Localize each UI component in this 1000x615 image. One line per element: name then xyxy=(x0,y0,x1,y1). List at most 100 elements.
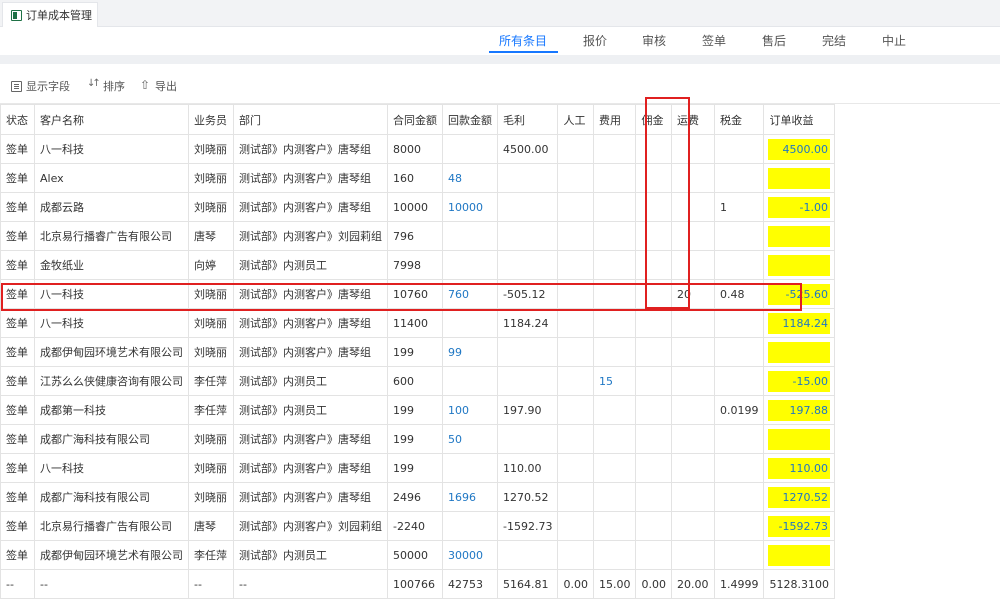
table-cell: 0.0199 xyxy=(713,395,765,425)
table-cell xyxy=(557,424,594,454)
table-cell: 成都伊甸园环境艺术有限公司 xyxy=(34,540,189,570)
table-cell: -1.00 xyxy=(763,192,835,222)
table-cell xyxy=(670,163,715,193)
tab-completed[interactable]: 完结 xyxy=(822,32,846,49)
column-header[interactable]: 毛利 xyxy=(496,104,559,135)
sort-button[interactable]: 排序 xyxy=(87,78,125,94)
table-cell xyxy=(496,250,559,280)
column-header[interactable]: 客户名称 xyxy=(34,104,189,135)
table-cell xyxy=(557,250,594,280)
table-row[interactable]: 签单 江苏么么侠健康咨询有限公司 李任萍 测试部》内测员工 600 15 -15.00 xyxy=(0,366,835,396)
table-cell xyxy=(670,453,715,483)
column-header[interactable]: 运费 xyxy=(670,104,715,135)
column-header[interactable]: 佣金 xyxy=(635,104,672,135)
tab-signed[interactable]: 签单 xyxy=(702,32,726,49)
table-cell: 42753 xyxy=(442,569,498,599)
table-row[interactable]: 签单 成都第一科技 李任萍 测试部》内测员工 199 100 197.90 0.0199 197… xyxy=(0,395,835,425)
table-cell xyxy=(670,192,715,222)
table-cell: 1696 xyxy=(442,482,498,512)
table-cell: 15 xyxy=(592,366,637,396)
tab-after-sales[interactable]: 售后 xyxy=(762,32,786,49)
table-cell: 测试部》内测客户》刘园莉组 xyxy=(233,221,388,251)
table-cell xyxy=(670,337,715,367)
table-row[interactable]: 签单 八一科技 刘晓丽 测试部》内测客户》唐琴组 199 110.00 110.00 xyxy=(0,453,835,483)
table-cell xyxy=(592,337,637,367)
table-cell: 向婷 xyxy=(188,250,234,280)
table-cell xyxy=(557,511,594,541)
table-cell: 成都广海科技有限公司 xyxy=(34,424,189,454)
column-header[interactable]: 业务员 xyxy=(188,104,234,135)
column-header[interactable]: 部门 xyxy=(233,104,388,135)
active-tab-underline xyxy=(489,51,558,53)
column-header[interactable]: 税金 xyxy=(713,104,765,135)
table-cell xyxy=(557,337,594,367)
table-cell xyxy=(635,308,672,338)
toolbar: 显示字段 排序 导出 xyxy=(0,64,1000,104)
table-row[interactable]: 签单 八一科技 刘晓丽 测试部》内测客户》唐琴组 10760 760 -505.12 20 0.… xyxy=(0,279,835,309)
table-cell: 刘晓丽 xyxy=(188,424,234,454)
divider-band xyxy=(0,55,1000,64)
table-cell xyxy=(635,453,672,483)
column-header[interactable]: 状态 xyxy=(0,104,35,135)
column-header[interactable]: 合同金额 xyxy=(387,104,443,135)
table-row[interactable]: 签单 北京易行播睿广告有限公司 唐琴 测试部》内测客户》刘园莉组 796 xyxy=(0,221,835,251)
tab-all-items[interactable]: 所有条目 xyxy=(499,32,547,49)
doc-tab-order-cost[interactable]: 订单成本管理 xyxy=(2,2,98,27)
table-cell xyxy=(763,163,835,193)
table-cell: 签单 xyxy=(0,424,35,454)
order-income-value: 1184.24 xyxy=(768,312,830,334)
column-header[interactable]: 回款金额 xyxy=(442,104,498,135)
table-cell xyxy=(592,279,637,309)
table-cell: 测试部》内测客户》唐琴组 xyxy=(233,482,388,512)
table-cell: -2240 xyxy=(387,511,443,541)
table-row[interactable]: 签单 八一科技 刘晓丽 测试部》内测客户》唐琴组 11400 1184.24 1184.24 xyxy=(0,308,835,338)
show-fields-button[interactable]: 显示字段 xyxy=(11,78,70,94)
table-cell xyxy=(557,308,594,338)
table-cell: 刘晓丽 xyxy=(188,482,234,512)
order-income-value: -1592.73 xyxy=(768,515,830,537)
order-income-value: 110.00 xyxy=(768,457,830,479)
total-row[interactable]: -- -- -- -- 100766 42753 5164.81 0.00 15.00 0.00 2… xyxy=(0,569,835,599)
table-cell: 刘晓丽 xyxy=(188,134,234,164)
table-cell xyxy=(442,134,498,164)
table-row[interactable]: 签单 八一科技 刘晓丽 测试部》内测客户》唐琴组 8000 4500.00 4500.00 xyxy=(0,134,835,164)
table-cell: 2496 xyxy=(387,482,443,512)
table-cell xyxy=(763,540,835,570)
table-cell xyxy=(670,308,715,338)
table-cell: 刘晓丽 xyxy=(188,337,234,367)
export-button[interactable]: 导出 xyxy=(140,78,177,94)
table-cell: 0.48 xyxy=(713,279,765,309)
table-cell: 1270.52 xyxy=(496,482,559,512)
table-row[interactable]: 签单 成都广海科技有限公司 刘晓丽 测试部》内测客户》唐琴组 2496 1696 1270.… xyxy=(0,482,835,512)
table-cell xyxy=(713,366,765,396)
table-cell: 测试部》内测客户》唐琴组 xyxy=(233,163,388,193)
table-row[interactable]: 签单 Alex 刘晓丽 测试部》内测客户》唐琴组 160 48 xyxy=(0,163,835,193)
column-header[interactable]: 订单收益 xyxy=(763,104,835,135)
order-income-value: 1270.52 xyxy=(768,486,830,508)
tab-quote[interactable]: 报价 xyxy=(583,32,607,49)
table-cell: 600 xyxy=(387,366,443,396)
table-row[interactable]: 签单 成都伊甸园环境艺术有限公司 刘晓丽 测试部》内测客户》唐琴组 199 99 xyxy=(0,337,835,367)
table-row[interactable]: 签单 成都伊甸园环境艺术有限公司 李任萍 测试部》内测员工 50000 30000 xyxy=(0,540,835,570)
tab-suspended[interactable]: 中止 xyxy=(882,32,906,49)
column-header[interactable]: 人工 xyxy=(557,104,594,135)
table-cell xyxy=(592,395,637,425)
fields-icon xyxy=(11,80,22,92)
column-header[interactable]: 费用 xyxy=(592,104,637,135)
order-income-value: 4500.00 xyxy=(768,138,830,160)
tab-review[interactable]: 审核 xyxy=(642,32,666,49)
table-cell: 签单 xyxy=(0,134,35,164)
table-row[interactable]: 签单 成都云路 刘晓丽 测试部》内测客户》唐琴组 10000 10000 1 -1.00 xyxy=(0,192,835,222)
table-cell xyxy=(592,424,637,454)
table-cell: 李任萍 xyxy=(188,395,234,425)
table-cell: -- xyxy=(34,569,189,599)
table-cell xyxy=(592,453,637,483)
table-row[interactable]: 签单 北京易行播睿广告有限公司 唐琴 测试部》内测客户》刘园莉组 -2240 -1592.… xyxy=(0,511,835,541)
table-cell: 10000 xyxy=(387,192,443,222)
sort-label: 排序 xyxy=(103,80,125,93)
table-row[interactable]: 签单 成都广海科技有限公司 刘晓丽 测试部》内测客户》唐琴组 199 50 xyxy=(0,424,835,454)
table-row[interactable]: 签单 金牧纸业 向婷 测试部》内测员工 7998 xyxy=(0,250,835,280)
table-cell: -525.60 xyxy=(763,279,835,309)
order-income-value xyxy=(768,428,830,450)
table-cell: 金牧纸业 xyxy=(34,250,189,280)
